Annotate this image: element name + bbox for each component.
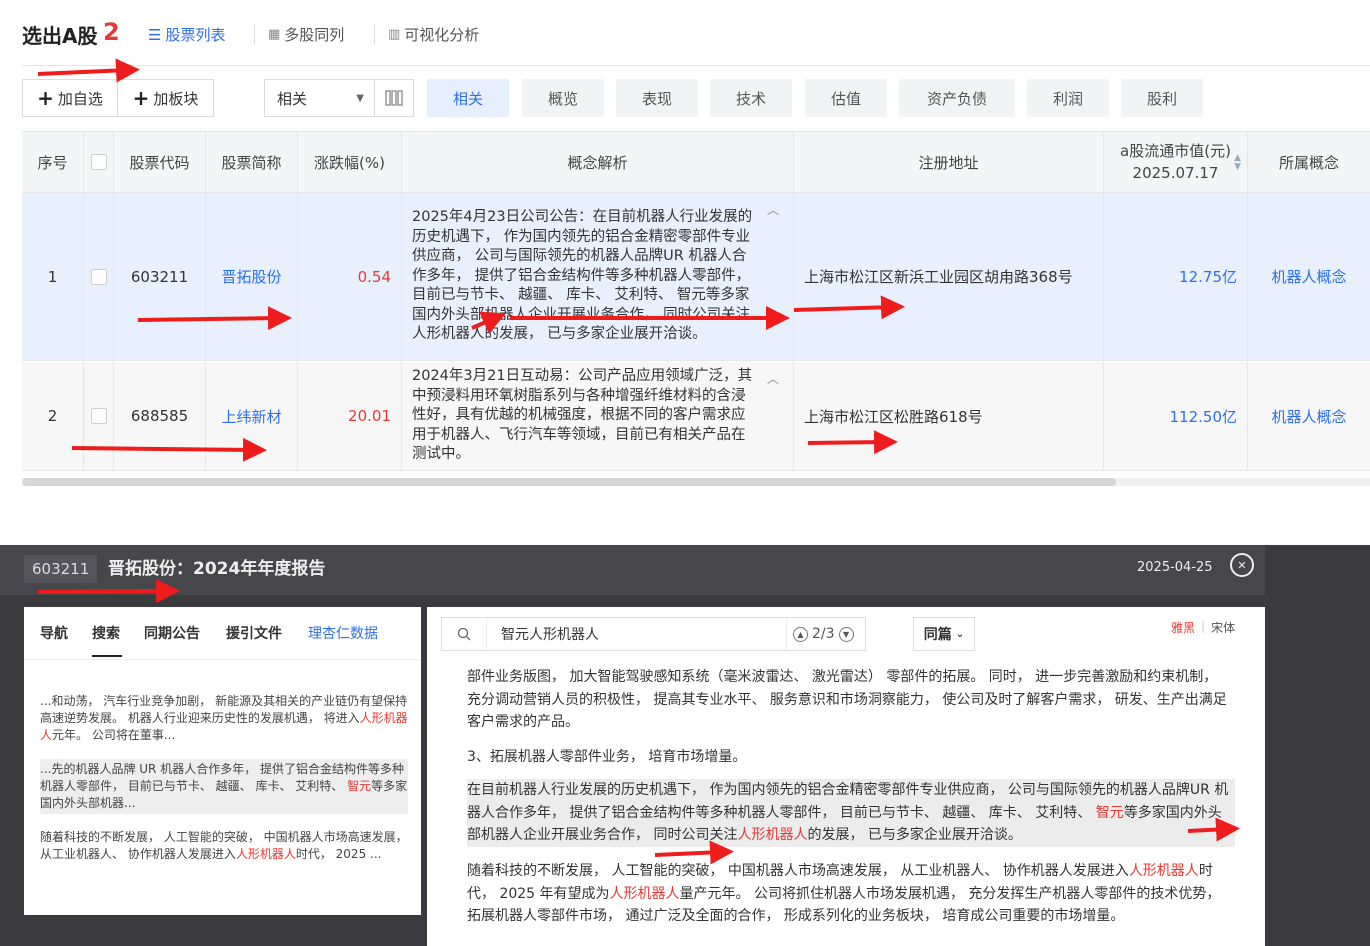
search-input[interactable]: 智元人形机器人 xyxy=(487,618,787,650)
chip-profit[interactable]: 利润 xyxy=(1027,79,1109,117)
list-icon: ☰ xyxy=(148,25,162,44)
search-result-item-active[interactable]: ...先的机器人品牌 UR 机器人合作多年， 提供了铝合金结构件等多种机器人零部… xyxy=(40,759,408,814)
cell-index: 2 xyxy=(22,362,84,470)
cell-concept: 2024年3月21日互动易：公司产品应用领域广泛，其中预浸料用环氧树脂系列与各种… xyxy=(402,362,794,470)
tab-lixinger-data[interactable]: 理杏仁数据 xyxy=(308,623,378,643)
divider xyxy=(254,24,255,44)
add-block-button[interactable]: + 加板块 xyxy=(118,79,214,117)
cell-market-cap[interactable]: 12.75亿 xyxy=(1104,193,1248,360)
close-fullscreen-icon[interactable]: ✕ xyxy=(1230,553,1254,577)
columns-icon xyxy=(385,90,403,106)
cell-index: 1 xyxy=(22,193,84,360)
report-paragraph: 部件业务版图， 加大智能驾驶感知系统（毫米波雷达、 激光雷达） 零部件的拓展。 … xyxy=(467,669,1227,730)
divider: | xyxy=(1201,619,1206,633)
result-count: 2 xyxy=(103,18,120,46)
cell-code: 688585 xyxy=(114,362,206,470)
cell-code: 603211 xyxy=(114,193,206,360)
table-row[interactable]: 2 688585 上纬新材 20.01 2024年3月21日互动易：公司产品应用… xyxy=(22,362,1370,471)
chip-performance[interactable]: 表现 xyxy=(616,79,698,117)
report-header: 603211 晋拓股份：2024年年度报告 2025-04-25 ✕ xyxy=(0,545,1265,595)
match-pager: ▲ 2/3 ▼ xyxy=(787,626,854,642)
tab-search[interactable]: 搜索 xyxy=(92,623,120,643)
cell-address: 上海市松江区松胜路618号 xyxy=(794,362,1104,470)
stock-name-link[interactable]: 晋拓股份 xyxy=(206,193,298,360)
cell-category[interactable]: 机器人概念 xyxy=(1248,193,1370,360)
sort-icon[interactable]: ▲ ▼ xyxy=(1234,154,1241,172)
cell-market-cap[interactable]: 112.50亿 xyxy=(1104,362,1248,470)
row-checkbox[interactable] xyxy=(90,408,107,424)
plus-icon: + xyxy=(132,86,150,110)
cell-category[interactable]: 机器人概念 xyxy=(1248,362,1370,470)
bar-chart-icon: ▥ xyxy=(388,27,401,42)
stock-screener-panel: 选出A股 2 ☰ 股票列表 ▦ 多股同列 ▥ 可视化分析 + 加自选 + 加板块… xyxy=(0,0,1370,500)
grid-icon: ▦ xyxy=(268,27,281,42)
tab-same-period[interactable]: 同期公告 xyxy=(144,623,200,643)
font-option-yahei[interactable]: 雅黑 xyxy=(1171,619,1195,636)
chip-overview[interactable]: 概览 xyxy=(522,79,604,117)
cell-concept: 2025年4月23日公司公告：在目前机器人行业发展的历史机遇下， 作为国内领先的… xyxy=(402,193,794,360)
view-select[interactable]: 相关 ▼ xyxy=(264,79,374,117)
row-checkbox[interactable] xyxy=(90,268,107,285)
collapse-caret-icon[interactable]: ︿ xyxy=(767,201,779,221)
chip-balance-sheet[interactable]: 资产负债 xyxy=(899,79,1015,117)
tab-cited-files[interactable]: 援引文件 xyxy=(226,623,282,643)
report-viewer: 603211 晋拓股份：2024年年度报告 2025-04-25 ✕ 导航 搜索… xyxy=(0,545,1370,946)
report-section-heading: 3、拓展机器人零部件业务， 培育市场增量。 xyxy=(467,749,747,765)
table-row[interactable]: 1 603211 晋拓股份 0.54 2025年4月23日公司公告：在目前机器人… xyxy=(22,193,1370,361)
chip-technical[interactable]: 技术 xyxy=(710,79,792,117)
col-address[interactable]: 注册地址 xyxy=(794,132,1104,192)
divider xyxy=(374,24,375,44)
next-match-icon[interactable]: ▼ xyxy=(838,626,854,642)
plus-icon: + xyxy=(37,86,54,110)
cell-address: 上海市松江区新浜工业园区胡甪路368号 xyxy=(794,193,1104,360)
search-results-panel: 导航 搜索 同期公告 援引文件 理杏仁数据 ...和动荡， 汽车行业竞争加剧， … xyxy=(24,607,421,915)
tab-stock-list[interactable]: ☰ 股票列表 xyxy=(148,24,225,45)
dropdown-caret-icon: ▼ xyxy=(356,92,364,104)
report-content-panel: 智元人形机器人 ▲ 2/3 ▼ 同篇 ⌄ 雅黑 | 宋体 部件业务版图， 加大智… xyxy=(427,607,1265,946)
prev-match-icon[interactable]: ▲ xyxy=(793,626,808,642)
cell-change: 20.01 xyxy=(298,362,402,470)
search-icon[interactable] xyxy=(442,618,487,650)
chip-related[interactable]: 相关 xyxy=(427,79,509,117)
column-settings-button[interactable] xyxy=(374,79,414,117)
chevron-down-icon: ⌄ xyxy=(955,628,965,640)
cell-change: 0.54 xyxy=(298,193,402,360)
stock-name-link[interactable]: 上纬新材 xyxy=(206,362,298,470)
tab-visual-analysis[interactable]: ▥ 可视化分析 xyxy=(388,24,479,45)
add-watchlist-button[interactable]: + 加自选 xyxy=(22,79,118,117)
cell-checkbox[interactable] xyxy=(84,193,114,360)
table-header: 序号 股票代码 股票简称 涨跌幅(%) 概念解析 注册地址 a股流通市值(元) … xyxy=(22,131,1370,193)
report-paragraph: 随着科技的不断发展， 人工智能的突破， 中国机器人市场高速发展， 从工业机器人、… xyxy=(467,863,1221,924)
col-concept[interactable]: 概念解析 xyxy=(402,132,794,192)
font-option-songti[interactable]: 宋体 xyxy=(1211,619,1235,636)
cell-checkbox[interactable] xyxy=(84,362,114,470)
report-date: 2025-04-25 xyxy=(1137,560,1213,575)
report-paragraph-highlighted: 在目前机器人行业发展的历史机遇下， 作为国内领先的铝合金精密零部件专业供应商， … xyxy=(467,779,1235,847)
divider xyxy=(24,659,421,660)
col-category[interactable]: 所属概念 xyxy=(1248,132,1370,192)
chip-valuation[interactable]: 估值 xyxy=(805,79,887,117)
col-change[interactable]: 涨跌幅(%) xyxy=(298,132,402,192)
font-switcher: 雅黑 | 宋体 xyxy=(1171,619,1235,636)
horizontal-scrollbar[interactable] xyxy=(22,478,1116,486)
header-divider xyxy=(22,65,1370,66)
report-title: 晋拓股份：2024年年度报告 xyxy=(108,559,326,579)
col-index[interactable]: 序号 xyxy=(22,132,84,192)
tab-multi-compare[interactable]: ▦ 多股同列 xyxy=(268,24,344,45)
col-code[interactable]: 股票代码 xyxy=(114,132,206,192)
col-select-all[interactable] xyxy=(84,132,114,192)
report-stock-code: 603211 xyxy=(24,555,98,583)
select-all-checkbox[interactable] xyxy=(90,154,107,170)
search-result-item[interactable]: ...和动荡， 汽车行业竞争加剧， 新能源及其相关的产业链仍有望保持高速逆势发展… xyxy=(40,693,408,744)
tab-navigation[interactable]: 导航 xyxy=(40,623,68,643)
col-name[interactable]: 股票简称 xyxy=(206,132,298,192)
col-market-cap[interactable]: a股流通市值(元) 2025.07.17 ▲ ▼ xyxy=(1104,132,1248,192)
screener-title: 选出A股 xyxy=(22,24,98,48)
collapse-caret-icon[interactable]: ︿ xyxy=(767,370,779,390)
active-tab-underline xyxy=(92,655,122,657)
scope-select[interactable]: 同篇 ⌄ xyxy=(913,617,975,651)
document-search-bar: 智元人形机器人 ▲ 2/3 ▼ xyxy=(441,617,866,651)
search-result-item[interactable]: 随着科技的不断发展， 人工智能的突破， 中国机器人市场高速发展， 从工业机器人、… xyxy=(40,829,408,863)
chip-dividend[interactable]: 股利 xyxy=(1121,79,1203,117)
